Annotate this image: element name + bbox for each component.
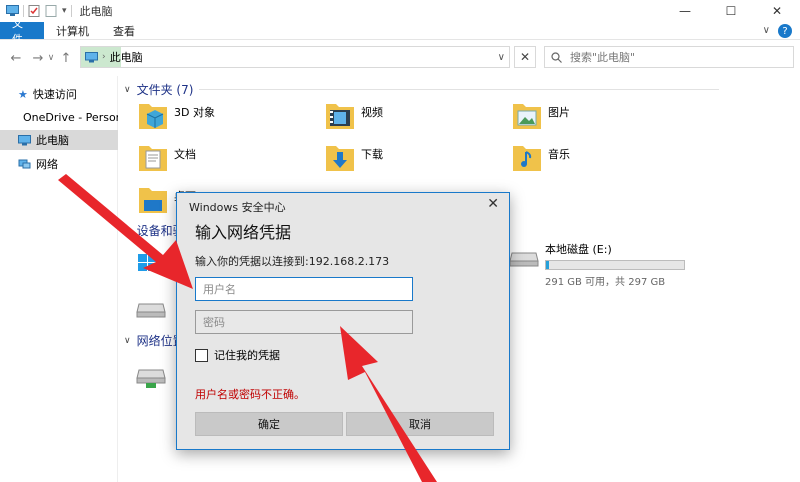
sidebar-item-this-pc[interactable]: 此电脑 [0,130,118,150]
sidebar-item-network[interactable]: 网络 [0,154,118,174]
ok-button[interactable]: 确定 [195,412,343,436]
chevron-down-icon[interactable]: ∨ [124,226,131,236]
chevron-down-icon[interactable]: ∨ [124,85,131,95]
drive-usage-fill [546,261,549,269]
search-placeholder: 搜索"此电脑" [570,51,636,64]
maximize-button[interactable]: ☐ [708,0,754,22]
sidebar-item-quick-access[interactable]: ★ 快速访问 [0,84,118,104]
downloads-folder-icon [326,146,354,171]
sidebar-item-onedrive[interactable]: OneDrive - Persona [0,107,118,127]
folder-label: 视频 [361,106,383,119]
pictures-folder-icon [513,104,541,129]
address-bar[interactable]: › 此电脑 ∨ [80,46,510,68]
folder-3d-objects[interactable]: 3D 对象 [138,98,215,132]
remember-checkbox[interactable] [195,348,208,362]
drive-icon [136,303,166,318]
back-arrow-icon[interactable]: ← [8,51,24,66]
customize-toolbar-icon[interactable]: ▾ [62,6,67,16]
close-button[interactable]: ✕ [754,0,800,22]
chevron-down-icon[interactable]: ∨ [124,336,131,346]
tab-computer[interactable]: 计算机 [44,22,101,39]
title-bar: ▾ 此电脑 — ☐ ✕ [0,0,800,22]
cancel-button[interactable]: 取消 [346,412,494,436]
divider [199,89,720,90]
sidebar-item-label: 快速访问 [32,88,77,101]
window-title: 此电脑 [79,5,113,18]
search-icon [551,51,562,63]
videos-folder-icon [326,104,354,129]
toolbar-divider [70,5,72,17]
folder-pictures[interactable]: 图片 [512,98,570,132]
network-icon [18,159,31,168]
drive-label: 本地磁盘 (E:) [545,243,612,256]
drive-e[interactable]: 本地磁盘 (E:) 291 GB 可用，共 297 GB [509,241,685,288]
sidebar-item-label: 此电脑 [36,134,69,147]
network-drive-icon [136,369,166,388]
breadcrumb-separator-icon: › [102,52,106,62]
error-message: 用户名或密码不正确。 [195,388,305,401]
password-input[interactable] [195,310,413,334]
dialog-title: Windows 安全中心 [189,201,286,214]
drive-free-text: 291 GB 可用，共 297 GB [545,277,666,288]
drive-usage-bar [545,260,685,270]
up-arrow-icon[interactable]: ↑ [58,51,74,66]
new-folder-icon[interactable] [45,5,58,17]
computer-icon [18,134,31,145]
folder-label: 图片 [548,106,570,119]
3d-objects-folder-icon [139,104,167,129]
recent-locations-icon[interactable]: ∨ [46,53,56,63]
folder-label: 下载 [361,148,383,161]
folder-label: 文档 [174,148,196,161]
dialog-subtitle: 输入你的凭据以连接到:192.168.2.173 [195,255,390,268]
address-row: ← → ∨ ↑ › 此电脑 ∨ ✕ 搜索"此电脑" [0,44,800,72]
folder-documents[interactable]: 文档 [138,140,196,174]
tab-file[interactable]: 文件 [0,17,44,46]
folder-videos[interactable]: 视频 [325,98,383,132]
breadcrumb[interactable]: › 此电脑 [81,49,143,65]
forward-arrow-icon[interactable]: → [30,51,46,66]
minimize-button[interactable]: — [662,0,708,22]
search-box[interactable]: 搜索"此电脑" [544,46,794,68]
sidebar-item-label: OneDrive - Persona [23,110,118,124]
desktop-folder-icon [139,188,167,213]
remember-credentials[interactable]: 记住我的凭据 [195,347,280,363]
computer-icon [85,51,98,62]
group-header-label: 文件夹 (7) [136,83,194,97]
chevron-down-icon[interactable]: ∨ [498,52,505,63]
dialog-heading: 输入网络凭据 [195,223,292,242]
breadcrumb-item[interactable]: 此电脑 [110,49,143,65]
folder-music[interactable]: 音乐 [512,140,570,174]
folder-label: 音乐 [548,148,570,161]
help-icon[interactable]: ? [778,24,792,38]
window-controls: — ☐ ✕ [662,0,800,22]
drive-icon [509,252,539,267]
group-header-folders[interactable]: ∨ 文件夹 (7) [124,81,720,98]
expand-ribbon-icon[interactable]: ∨ [763,25,770,36]
credentials-dialog: Windows 安全中心 ✕ 输入网络凭据 输入你的凭据以连接到:192.168… [176,192,510,450]
navigation-pane: ★ 快速访问 OneDrive - Persona 此电脑 网络 [0,76,118,482]
folder-label: 3D 对象 [174,106,215,119]
documents-folder-icon [139,146,167,171]
remember-label: 记住我的凭据 [214,349,280,362]
quick-access-toolbar: ▾ [0,5,72,17]
folder-downloads[interactable]: 下载 [325,140,383,174]
username-input[interactable] [195,277,413,301]
clear-address-button[interactable]: ✕ [514,46,536,68]
windows-drive-icon [138,254,157,271]
dialog-close-button[interactable]: ✕ [487,196,499,212]
star-icon: ★ [18,87,28,101]
ribbon-tabs: 文件 计算机 查看 ∨ ? [0,17,800,46]
music-folder-icon [513,146,541,171]
tab-view[interactable]: 查看 [101,22,147,39]
sidebar-item-label: 网络 [36,158,58,171]
